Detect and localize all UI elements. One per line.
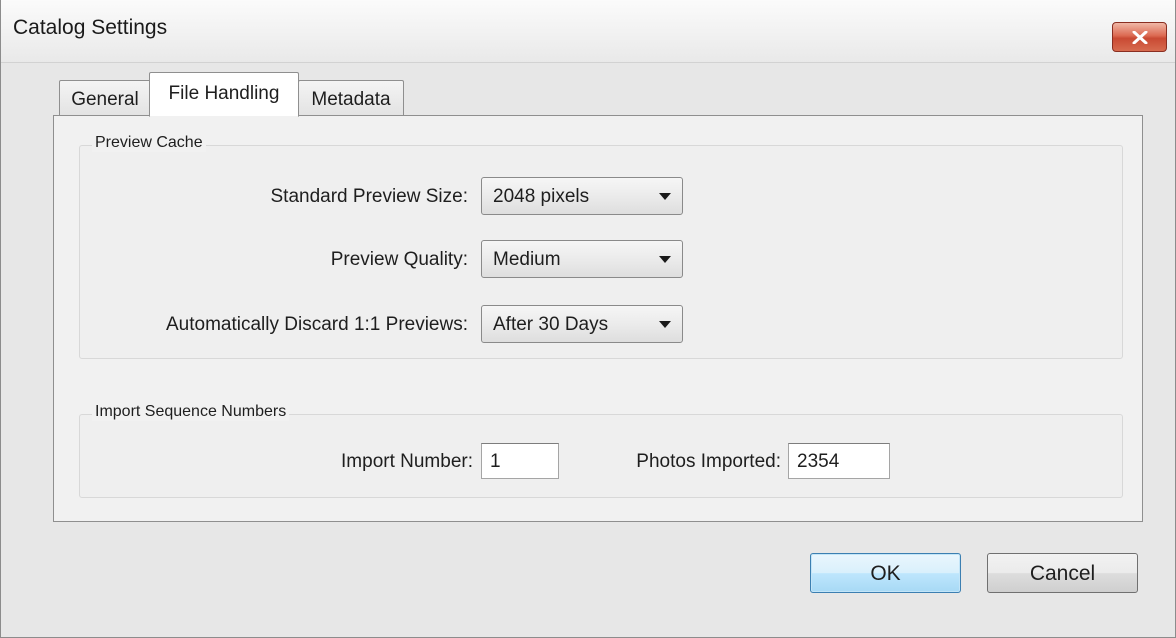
tab-metadata[interactable]: Metadata [298,80,404,117]
standard-preview-size-select[interactable]: 2048 pixels [481,177,683,215]
preview-quality-label: Preview Quality: [330,249,468,270]
photos-imported-input[interactable]: 2354 [788,443,890,479]
discard-previews-label: Automatically Discard 1:1 Previews: [166,314,468,335]
discard-previews-select[interactable]: After 30 Days [481,305,683,343]
preview-cache-label: Preview Cache [92,134,206,152]
tab-general[interactable]: General [59,80,151,117]
cancel-button[interactable]: Cancel [987,553,1138,593]
close-button[interactable] [1112,22,1167,52]
window-title: Catalog Settings [13,16,168,39]
import-sequence-label: Import Sequence Numbers [92,403,290,421]
chevron-down-icon [659,256,671,263]
preview-quality-select[interactable]: Medium [481,240,683,278]
import-number-input[interactable]: 1 [481,443,559,479]
photos-imported-label: Photos Imported: [636,451,781,472]
standard-preview-size-value: 2048 pixels [493,186,590,207]
chevron-down-icon [659,193,671,200]
catalog-settings-dialog: Catalog Settings General File Handling M… [0,0,1176,638]
discard-previews-value: After 30 Days [493,314,609,335]
close-icon [1132,31,1148,44]
ok-button[interactable]: OK [810,553,961,593]
import-sequence-group [79,414,1123,498]
standard-preview-size-label: Standard Preview Size: [270,186,469,207]
tab-panel-file-handling: Preview Cache Standard Preview Size: 204… [53,115,1143,522]
title-bar[interactable]: Catalog Settings [1,0,1175,63]
tab-file-handling[interactable]: File Handling [149,72,299,117]
preview-quality-value: Medium [493,249,561,270]
import-number-label: Import Number: [341,451,473,472]
chevron-down-icon [659,321,671,328]
